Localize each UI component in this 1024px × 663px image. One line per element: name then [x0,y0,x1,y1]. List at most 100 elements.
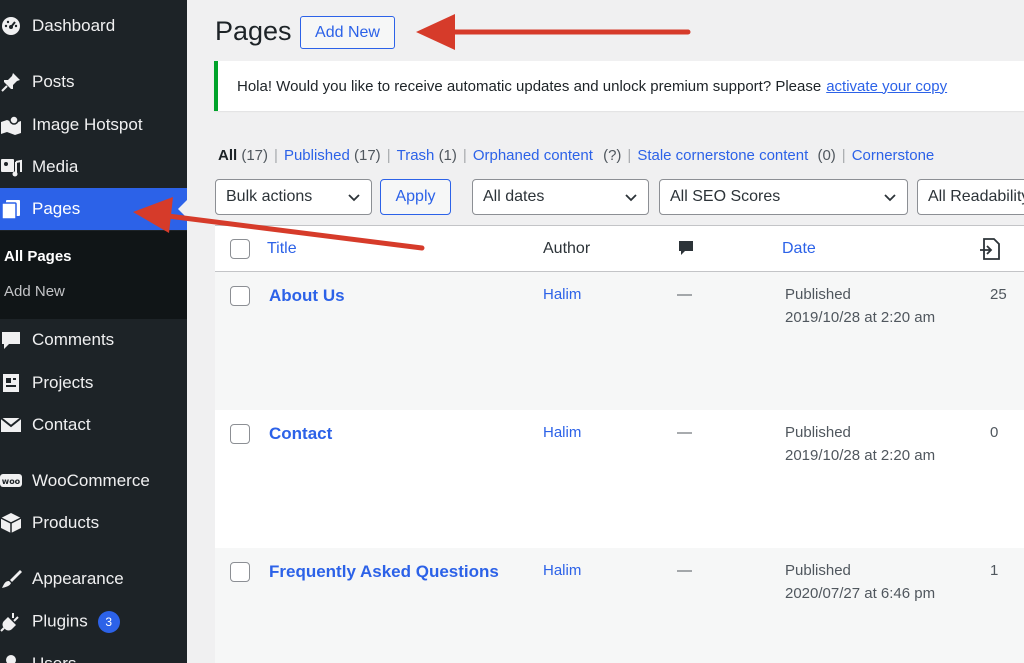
menu-item-users[interactable]: Users [0,643,187,663]
separator: | [386,147,391,164]
comment-column-icon[interactable] [677,239,695,262]
row-status: Published [785,424,851,441]
separator: | [462,147,467,164]
column-date[interactable]: Date [782,240,816,258]
row-checkbox[interactable] [230,562,250,582]
date-filter-select[interactable]: All dates [472,179,649,215]
users-icon [0,653,22,663]
arrow-to-add-new [416,14,691,50]
page-title: Pages [215,16,292,46]
separator: | [841,147,846,164]
row-date: 2019/10/28 at 2:20 am [785,309,936,326]
menu-item-image-hotspot[interactable]: Image Hotspot [0,104,187,146]
bulk-actions-select[interactable]: Bulk actions [215,179,372,215]
menu-item-products[interactable]: Products [0,502,187,544]
filter-stale-cornerstone[interactable]: Stale cornerstone content [637,147,808,164]
filter-cornerstone[interactable]: Cornerstone [852,147,935,164]
filter-all-count: (17) [241,147,269,164]
filter-trash-count: (1) [438,147,457,164]
box-icon [0,512,22,534]
row-comments: — [677,286,692,303]
seo-score-select[interactable]: All SEO Scores [659,179,908,215]
menu-label: Appearance [32,569,124,588]
filter-trash[interactable]: Trash [397,147,435,164]
pin-icon [0,71,22,93]
filter-orphaned[interactable]: Orphaned content [473,147,593,164]
menu-item-posts[interactable]: Posts [0,61,187,103]
menu-label: Image Hotspot [32,115,143,134]
bulk-actions-value: Bulk actions [226,188,313,205]
row-checkbox[interactable] [230,424,250,444]
plugin-icon [0,611,22,633]
svg-text:woo: woo [2,477,21,486]
menu-label: Dashboard [32,16,116,35]
date-filter-value: All dates [483,188,545,205]
portfolio-icon [0,372,22,394]
menu-label: Plugins 3 [32,611,120,633]
update-count-badge: 3 [97,611,120,633]
menu-label: Media [32,157,79,176]
separator: | [627,147,632,164]
row-title-link[interactable]: About Us [269,286,345,306]
chevron-down-icon [625,194,637,202]
pages-icon [0,198,22,220]
pages-table: Title Author Date About Us Halim — Publi… [215,225,1024,663]
menu-item-projects[interactable]: Projects [0,362,187,404]
admin-sidebar: Dashboard Posts Image Hotspot Media Page… [0,0,187,663]
row-author-link[interactable]: Halim [543,562,581,579]
readability-value: All Readability Scores [928,188,1024,205]
outgoing-links-icon [978,237,1002,266]
envelope-icon [0,414,22,436]
readability-select[interactable]: All Readability Scores [917,179,1024,215]
chevron-down-icon [348,194,360,202]
activate-link[interactable]: activate your copy [826,78,947,95]
seo-score-value: All SEO Scores [670,188,781,205]
row-author-link[interactable]: Halim [543,286,581,303]
select-all-checkbox[interactable] [230,239,250,259]
filter-published-count: (17) [354,147,381,164]
row-title-link[interactable]: Contact [269,424,332,444]
update-notice: Hola! Would you like to receive automati… [214,61,1024,111]
comment-icon [0,329,22,351]
menu-label: Contact [32,415,91,434]
menu-item-media[interactable]: Media [0,146,187,188]
row-date: 2020/07/27 at 6:46 pm [785,585,936,602]
menu-label-text: Plugins [32,611,88,631]
row-checkbox[interactable] [230,286,250,306]
menu-item-appearance[interactable]: Appearance [0,558,187,600]
pages-submenu: All Pages Add New [0,231,187,319]
menu-label: Posts [32,72,75,91]
table-header: Title Author Date [215,226,1024,272]
row-date: 2019/10/28 at 2:20 am [785,447,936,464]
row-comments: — [677,424,692,441]
add-new-button[interactable]: Add New [300,16,395,49]
row-author-link[interactable]: Halim [543,424,581,441]
map-icon [0,114,22,136]
menu-item-comments[interactable]: Comments [0,319,187,361]
submenu-add-new[interactable]: Add New [4,283,65,300]
column-author: Author [543,240,591,257]
menu-item-dashboard[interactable]: Dashboard [0,5,187,47]
status-filters: All (17) | Published (17) | Trash (1) | Orphan… [218,147,934,164]
menu-item-woocommerce[interactable]: woo WooCommerce [0,460,187,502]
menu-label: Users [32,654,76,663]
brush-icon [0,568,22,590]
row-link-count: 25 [990,286,1007,303]
submenu-all-pages[interactable]: All Pages [4,248,72,265]
column-title[interactable]: Title [267,240,297,258]
filter-published[interactable]: Published [284,147,350,164]
chevron-down-icon [884,194,896,202]
separator: | [274,147,278,164]
table-row: Contact Halim — Published 2019/10/28 at … [215,410,1024,548]
apply-button[interactable]: Apply [380,179,451,215]
filter-all[interactable]: All [218,147,237,164]
row-title-link[interactable]: Frequently Asked Questions [269,562,499,582]
row-status: Published [785,562,851,579]
table-row: Frequently Asked Questions Halim — Publi… [215,548,1024,663]
notice-text: Hola! Would you like to receive automati… [237,77,822,95]
menu-item-pages[interactable]: Pages [0,188,187,230]
menu-label: Pages [32,199,81,218]
menu-item-contact[interactable]: Contact [0,404,187,446]
menu-item-plugins[interactable]: Plugins 3 [0,601,187,643]
filter-orphaned-count: (?) [603,147,622,164]
